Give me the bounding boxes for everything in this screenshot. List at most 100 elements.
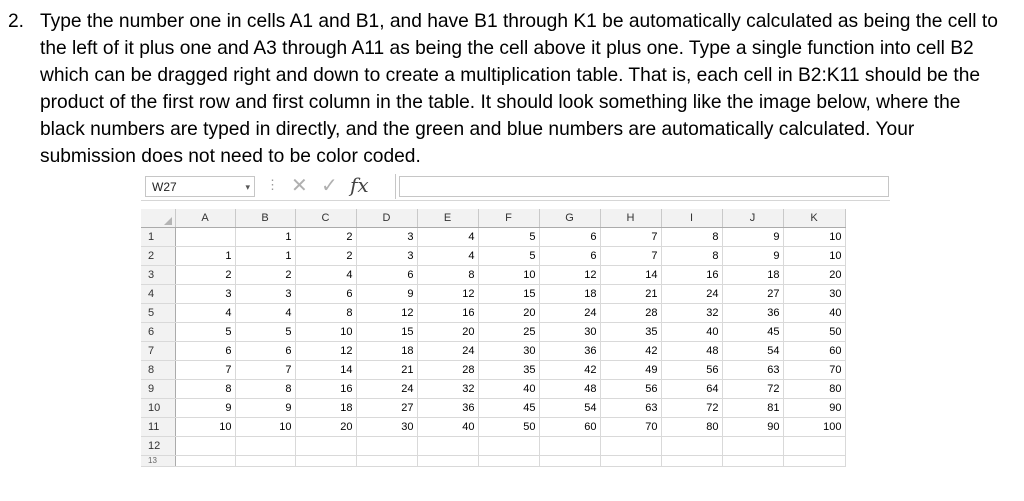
cell-b1[interactable]: 1 <box>235 227 296 247</box>
cell-b9[interactable]: 8 <box>235 379 296 399</box>
cell-c6[interactable]: 10 <box>295 322 357 342</box>
cell-f6[interactable]: 25 <box>478 322 540 342</box>
column-header-a[interactable]: A <box>175 209 236 228</box>
cell-f4[interactable]: 15 <box>478 284 540 304</box>
name-box-dropdown-icon[interactable]: ▾ <box>245 177 250 198</box>
cell-f2[interactable]: 5 <box>478 246 540 266</box>
enter-icon[interactable]: ✓ <box>321 174 338 199</box>
cell-b11[interactable]: 10 <box>235 417 296 437</box>
cell-a8[interactable]: 7 <box>175 360 236 380</box>
cell-a10[interactable]: 9 <box>175 398 236 418</box>
cell-e1[interactable]: 4 <box>417 227 479 247</box>
cell-h7[interactable]: 42 <box>600 341 662 361</box>
cell-c1[interactable]: 2 <box>295 227 357 247</box>
cell-f13[interactable] <box>478 455 540 467</box>
cell-e7[interactable]: 24 <box>417 341 479 361</box>
cell-h6[interactable]: 35 <box>600 322 662 342</box>
cell-g13[interactable] <box>539 455 601 467</box>
cell-c10[interactable]: 18 <box>295 398 357 418</box>
cell-j13[interactable] <box>722 455 784 467</box>
cell-k8[interactable]: 70 <box>783 360 846 380</box>
cell-c8[interactable]: 14 <box>295 360 357 380</box>
cell-c12[interactable] <box>295 436 357 456</box>
cell-d12[interactable] <box>356 436 418 456</box>
cell-h3[interactable]: 14 <box>600 265 662 285</box>
cell-h5[interactable]: 28 <box>600 303 662 323</box>
cell-b5[interactable]: 4 <box>235 303 296 323</box>
cell-k6[interactable]: 50 <box>783 322 846 342</box>
row-header[interactable]: 13 <box>141 455 176 467</box>
cell-h10[interactable]: 63 <box>600 398 662 418</box>
cell-b7[interactable]: 6 <box>235 341 296 361</box>
cell-c3[interactable]: 4 <box>295 265 357 285</box>
column-header-i[interactable]: I <box>661 209 723 228</box>
row-header[interactable]: 3 <box>141 265 176 285</box>
cell-b4[interactable]: 3 <box>235 284 296 304</box>
cell-g12[interactable] <box>539 436 601 456</box>
cell-k4[interactable]: 30 <box>783 284 846 304</box>
cell-a9[interactable]: 8 <box>175 379 236 399</box>
cell-k13[interactable] <box>783 455 846 467</box>
cell-k12[interactable] <box>783 436 846 456</box>
cell-d1[interactable]: 3 <box>356 227 418 247</box>
cell-e6[interactable]: 20 <box>417 322 479 342</box>
cell-j5[interactable]: 36 <box>722 303 784 323</box>
cell-e9[interactable]: 32 <box>417 379 479 399</box>
cell-a7[interactable]: 6 <box>175 341 236 361</box>
cell-e13[interactable] <box>417 455 479 467</box>
cell-k3[interactable]: 20 <box>783 265 846 285</box>
cell-k2[interactable]: 10 <box>783 246 846 266</box>
cell-d9[interactable]: 24 <box>356 379 418 399</box>
column-header-e[interactable]: E <box>417 209 479 228</box>
cell-i8[interactable]: 56 <box>661 360 723 380</box>
column-header-k[interactable]: K <box>783 209 846 228</box>
cell-b2[interactable]: 1 <box>235 246 296 266</box>
cell-a3[interactable]: 2 <box>175 265 236 285</box>
cell-h12[interactable] <box>600 436 662 456</box>
cell-g6[interactable]: 30 <box>539 322 601 342</box>
cell-f3[interactable]: 10 <box>478 265 540 285</box>
cell-c5[interactable]: 8 <box>295 303 357 323</box>
cell-f11[interactable]: 50 <box>478 417 540 437</box>
cell-j8[interactable]: 63 <box>722 360 784 380</box>
cell-b8[interactable]: 7 <box>235 360 296 380</box>
cell-g1[interactable]: 6 <box>539 227 601 247</box>
cell-g11[interactable]: 60 <box>539 417 601 437</box>
cell-k7[interactable]: 60 <box>783 341 846 361</box>
cell-c4[interactable]: 6 <box>295 284 357 304</box>
column-header-g[interactable]: G <box>539 209 601 228</box>
cell-b13[interactable] <box>235 455 296 467</box>
cell-b3[interactable]: 2 <box>235 265 296 285</box>
cell-j2[interactable]: 9 <box>722 246 784 266</box>
cell-e3[interactable]: 8 <box>417 265 479 285</box>
cell-h8[interactable]: 49 <box>600 360 662 380</box>
cell-f9[interactable]: 40 <box>478 379 540 399</box>
insert-function-icon[interactable]: fx <box>350 174 369 198</box>
cell-j12[interactable] <box>722 436 784 456</box>
cell-i7[interactable]: 48 <box>661 341 723 361</box>
cell-g8[interactable]: 42 <box>539 360 601 380</box>
row-header[interactable]: 12 <box>141 436 176 456</box>
row-header[interactable]: 4 <box>141 284 176 304</box>
cell-k1[interactable]: 10 <box>783 227 846 247</box>
cell-e4[interactable]: 12 <box>417 284 479 304</box>
cell-i10[interactable]: 72 <box>661 398 723 418</box>
cell-b10[interactable]: 9 <box>235 398 296 418</box>
cell-d8[interactable]: 21 <box>356 360 418 380</box>
cell-c13[interactable] <box>295 455 357 467</box>
cell-e10[interactable]: 36 <box>417 398 479 418</box>
cell-d11[interactable]: 30 <box>356 417 418 437</box>
cell-k5[interactable]: 40 <box>783 303 846 323</box>
cell-e12[interactable] <box>417 436 479 456</box>
formula-bar-grip-icon[interactable]: ⋮ <box>266 177 279 193</box>
cell-k9[interactable]: 80 <box>783 379 846 399</box>
column-header-h[interactable]: H <box>600 209 662 228</box>
cell-i6[interactable]: 40 <box>661 322 723 342</box>
cell-c9[interactable]: 16 <box>295 379 357 399</box>
cell-k11[interactable]: 100 <box>783 417 846 437</box>
column-header-c[interactable]: C <box>295 209 357 228</box>
cell-g3[interactable]: 12 <box>539 265 601 285</box>
cell-b6[interactable]: 5 <box>235 322 296 342</box>
cell-d10[interactable]: 27 <box>356 398 418 418</box>
cell-i5[interactable]: 32 <box>661 303 723 323</box>
